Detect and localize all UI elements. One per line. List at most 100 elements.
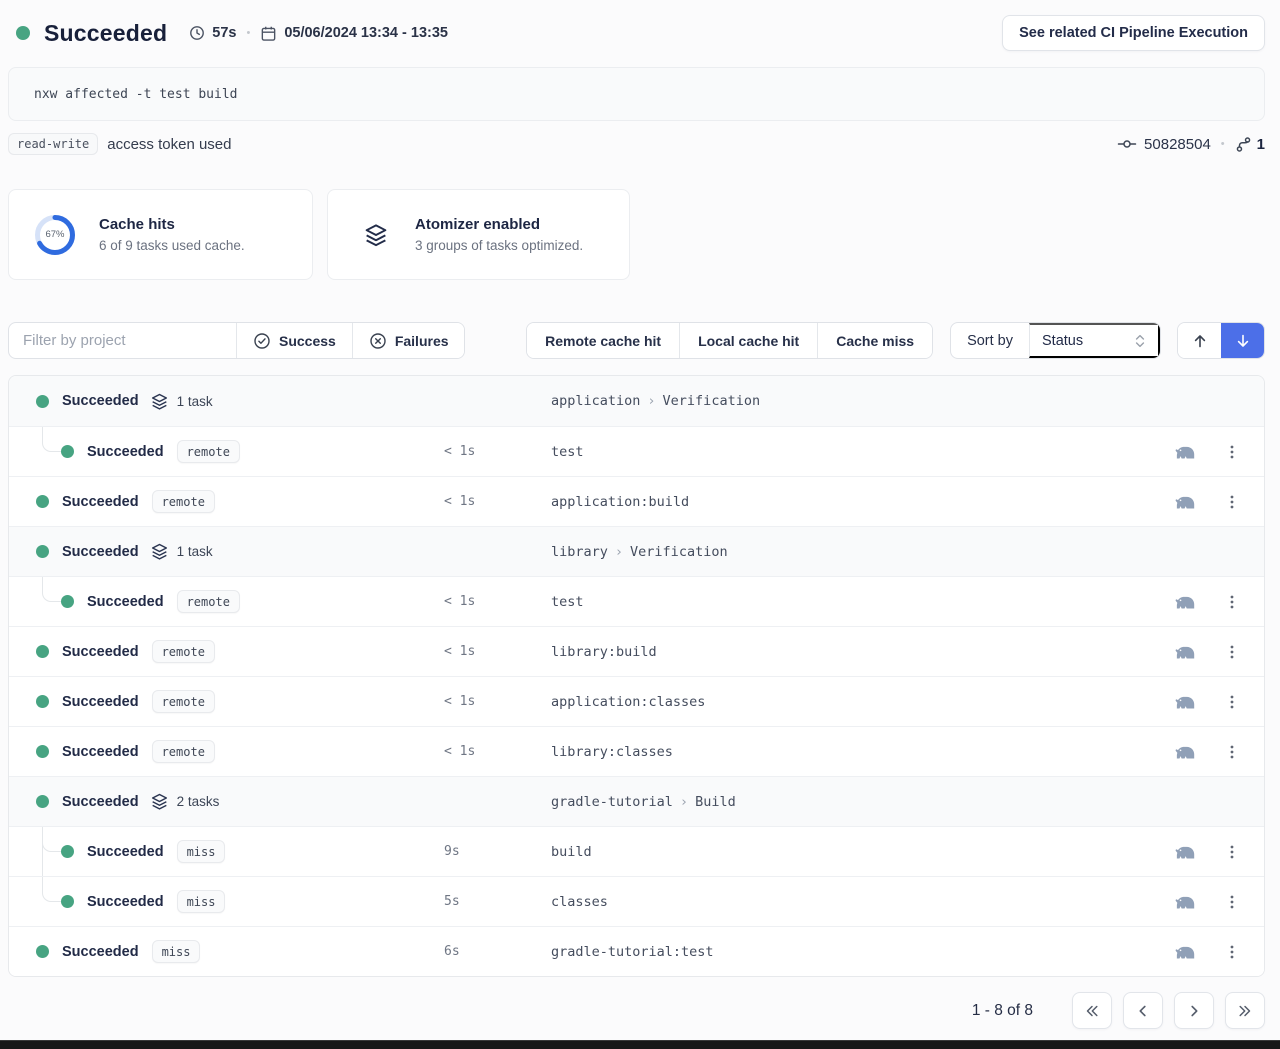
task-group-row[interactable]: Succeeded 2 tasks gradle-tutorial›Build [9, 776, 1264, 826]
row-menu-button[interactable] [1222, 742, 1242, 762]
cache-status-badge: remote [152, 640, 215, 663]
group-target: Verification [663, 393, 761, 409]
row-menu-button[interactable] [1222, 842, 1242, 862]
cache-status-badge: remote [152, 740, 215, 763]
last-page-button[interactable] [1225, 992, 1265, 1029]
branch-count: 1 [1257, 136, 1265, 153]
task-row[interactable]: Succeeded miss 5s classes [9, 876, 1264, 926]
commit-id[interactable]: 50828504 [1144, 136, 1211, 153]
run-status-dot [16, 26, 30, 40]
select-chevrons-icon [1134, 333, 1146, 349]
access-token-text: access token used [107, 136, 231, 153]
gradle-icon[interactable] [1173, 743, 1196, 760]
gradle-icon[interactable] [1173, 843, 1196, 860]
status-dot [36, 545, 49, 558]
task-count: 1 task [177, 394, 213, 409]
task-duration: < 1s [444, 494, 551, 509]
related-pipeline-button[interactable]: See related CI Pipeline Execution [1002, 15, 1265, 51]
task-row[interactable]: Succeeded miss 6s gradle-tutorial:test [9, 926, 1264, 976]
tree-connector [42, 577, 61, 602]
row-menu-button[interactable] [1222, 642, 1242, 662]
path-separator: › [680, 794, 688, 810]
task-duration: 9s [444, 844, 551, 859]
task-name: gradle-tutorial:test [551, 944, 1168, 960]
cache-status-badge: remote [152, 690, 215, 713]
task-count: 2 tasks [177, 794, 220, 809]
group-project: application [551, 393, 640, 409]
gradle-icon[interactable] [1173, 643, 1196, 660]
task-name: build [551, 844, 1168, 860]
status-dot [61, 845, 74, 858]
x-circle-icon [369, 332, 387, 350]
tree-connector [42, 827, 61, 852]
row-menu-button[interactable] [1222, 942, 1242, 962]
task-group-row[interactable]: Succeeded 1 task library›Verification [9, 526, 1264, 576]
task-group-icon [150, 792, 169, 811]
sort-ascending-button[interactable] [1178, 323, 1221, 358]
pagination: 1 - 8 of 8 [8, 992, 1265, 1029]
sort-descending-button[interactable] [1221, 323, 1264, 358]
cache-miss-button[interactable]: Cache miss [817, 323, 932, 358]
gradle-icon[interactable] [1173, 593, 1196, 610]
pagination-range: 1 - 8 of 8 [972, 1002, 1033, 1020]
command-text: nxw affected -t test build [34, 87, 238, 102]
task-list: Succeeded 1 task application›Verificatio… [8, 375, 1265, 977]
task-row[interactable]: Succeeded remote < 1s test [9, 576, 1264, 626]
gradle-icon[interactable] [1173, 943, 1196, 960]
status-dot [36, 495, 49, 508]
sort-group: Sort by Status [950, 322, 1161, 359]
atomizer-subtitle: 3 groups of tasks optimized. [415, 238, 583, 253]
cache-hits-title: Cache hits [99, 216, 245, 233]
sort-by-label: Sort by [951, 323, 1029, 358]
task-duration: < 1s [444, 744, 551, 759]
task-group-row[interactable]: Succeeded 1 task application›Verificatio… [9, 376, 1264, 426]
filter-project-input[interactable] [9, 323, 236, 358]
cache-status-badge: miss [177, 890, 226, 913]
row-menu-button[interactable] [1222, 442, 1242, 462]
remote-cache-hit-button[interactable]: Remote cache hit [527, 323, 679, 358]
gradle-icon[interactable] [1173, 893, 1196, 910]
task-group-icon [150, 542, 169, 561]
status-dot [36, 645, 49, 658]
task-row[interactable]: Succeeded remote < 1s application:classe… [9, 676, 1264, 726]
task-row[interactable]: Succeeded remote < 1s test [9, 426, 1264, 476]
row-menu-button[interactable] [1222, 892, 1242, 912]
tree-connector-line [42, 827, 43, 876]
local-cache-hit-button[interactable]: Local cache hit [679, 323, 817, 358]
task-row[interactable]: Succeeded miss 9s build [9, 826, 1264, 876]
row-menu-button[interactable] [1222, 592, 1242, 612]
tree-connector [42, 427, 61, 452]
cache-hits-percent: 67% [33, 213, 77, 257]
task-count: 1 task [177, 544, 213, 559]
atomizer-layers-icon [363, 222, 389, 248]
run-date-range: 05/06/2024 13:34 - 13:35 [260, 25, 448, 42]
row-menu-button[interactable] [1222, 692, 1242, 712]
next-page-button[interactable] [1174, 992, 1214, 1029]
group-target: Build [695, 794, 736, 810]
sort-direction-group [1177, 322, 1265, 359]
first-page-button[interactable] [1072, 992, 1112, 1029]
path-separator: › [615, 544, 623, 560]
status-dot [36, 745, 49, 758]
status-dot [36, 395, 49, 408]
cache-hits-subtitle: 6 of 9 tasks used cache. [99, 238, 245, 253]
task-duration: < 1s [444, 644, 551, 659]
gradle-icon[interactable] [1173, 493, 1196, 510]
sort-select[interactable]: Status [1029, 323, 1160, 358]
task-duration: < 1s [444, 694, 551, 709]
success-filter-button[interactable]: Success [236, 323, 352, 358]
task-row[interactable]: Succeeded remote < 1s application:build [9, 476, 1264, 526]
project-filter-group: Success Failures [8, 322, 465, 359]
task-row[interactable]: Succeeded remote < 1s library:build [9, 626, 1264, 676]
command-box: nxw affected -t test build [8, 67, 1265, 121]
gradle-icon[interactable] [1173, 693, 1196, 710]
task-row[interactable]: Succeeded remote < 1s library:classes [9, 726, 1264, 776]
cache-hits-card: 67% Cache hits 6 of 9 tasks used cache. [8, 189, 313, 280]
gradle-icon[interactable] [1173, 443, 1196, 460]
run-header: Succeeded 57s • 05/06/2024 13:34 - 13:35… [8, 14, 1265, 52]
row-menu-button[interactable] [1222, 492, 1242, 512]
task-duration: 6s [444, 944, 551, 959]
failures-filter-button[interactable]: Failures [352, 323, 465, 358]
previous-page-button[interactable] [1123, 992, 1163, 1029]
status-dot [61, 595, 74, 608]
